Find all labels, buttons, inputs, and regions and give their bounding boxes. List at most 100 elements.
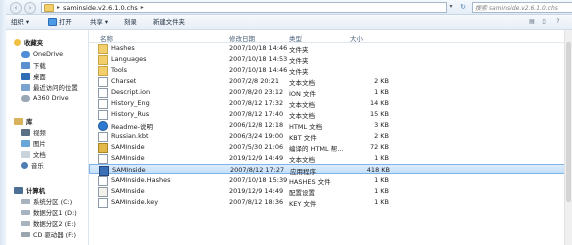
scrollbar-thumb[interactable] bbox=[566, 42, 571, 202]
file-row[interactable]: SAMInside 2019/12/9 14:49 文本文档 1 KB bbox=[89, 153, 572, 164]
generic-file-icon bbox=[98, 132, 108, 142]
file-size: 3 KB bbox=[374, 121, 389, 129]
file-type: KEY 文件 bbox=[289, 200, 317, 208]
sidebar-item-computer[interactable]: 计算机 bbox=[14, 185, 96, 195]
file-row[interactable]: SAMInside 2007/5/30 21:06 编译的 HTML 帮... … bbox=[89, 142, 572, 153]
file-type: 编译的 HTML 帮... bbox=[289, 145, 344, 153]
forward-button[interactable]: › bbox=[24, 2, 36, 14]
search-input[interactable]: 搜索 saminside.v2.6.1.0.chs bbox=[472, 2, 572, 13]
picture-icon bbox=[21, 139, 30, 147]
sidebar-item-libraries[interactable]: 库 bbox=[14, 116, 96, 126]
sidebar-item-drive-e[interactable]: 数据分区2 (E:) bbox=[21, 218, 103, 228]
address-history-dropdown-icon[interactable]: ▾ bbox=[447, 3, 455, 11]
file-row[interactable]: SAMInside 2019/12/9 14:49 配置设置 1 KB bbox=[89, 186, 572, 197]
file-row[interactable]: Hashes 2007/10/18 14:46 文件夹 bbox=[89, 43, 572, 54]
preview-pane-icon[interactable]: ▯ bbox=[539, 17, 549, 26]
share-button[interactable]: 共享 ▾ bbox=[90, 18, 108, 26]
download-folder-icon bbox=[21, 61, 30, 69]
folder-icon bbox=[44, 3, 54, 12]
file-date: 2007/8/12 17:40 bbox=[229, 110, 284, 118]
file-size: 2 KB bbox=[374, 77, 389, 85]
file-row[interactable]: Tools 2007/10/18 14:46 文件夹 bbox=[89, 65, 572, 76]
open-button[interactable]: 打开 bbox=[48, 18, 72, 26]
file-date: 2007/8/12 18:36 bbox=[229, 198, 284, 206]
cloud-drive-icon bbox=[21, 94, 30, 102]
navigation-pane: 收藏夹 OneDrive 下载 桌面 最近访问的位置 A360 Drive 库 … bbox=[6, 30, 89, 245]
file-row[interactable]: Readme-说明 2006/12/8 12:18 HTML 文档 3 KB bbox=[89, 120, 572, 131]
folder-icon bbox=[98, 44, 108, 54]
generic-file-icon bbox=[98, 176, 108, 186]
file-size: 1 KB bbox=[374, 176, 389, 184]
file-name: SAMInside bbox=[111, 154, 145, 162]
drive-icon bbox=[21, 220, 30, 226]
file-name: History_Eng bbox=[111, 99, 150, 107]
sidebar-item-label: CD 驱动器 (F:) bbox=[33, 230, 76, 239]
breadcrumb-current-folder[interactable]: saminside.v2.6.1.0.chs bbox=[63, 4, 138, 12]
sidebar-item-label: 视频 bbox=[33, 128, 46, 137]
column-header-name[interactable]: 名称 bbox=[100, 33, 113, 43]
column-header-type[interactable]: 类型 bbox=[289, 33, 302, 43]
file-name: SAMInside.Hashes bbox=[111, 176, 171, 184]
text-file-icon bbox=[98, 99, 108, 109]
file-size: 1 KB bbox=[374, 187, 389, 195]
file-name: Charset bbox=[111, 77, 137, 85]
file-row[interactable]: Languages 2007/10/18 14:53 文件夹 bbox=[89, 54, 572, 65]
back-button[interactable]: ‹ bbox=[10, 2, 22, 14]
file-name: Descript.ion bbox=[111, 88, 151, 96]
vertical-scrollbar[interactable] bbox=[564, 30, 572, 245]
file-row[interactable]: Charset 2007/2/8 20:21 文本文档 2 KB bbox=[89, 76, 572, 87]
html-file-icon bbox=[98, 121, 108, 131]
sidebar-item-label: A360 Drive bbox=[33, 94, 69, 102]
file-row[interactable]: Descript.ion 2007/8/20 23:12 ION 文件 1 KB bbox=[89, 87, 572, 98]
sidebar-item-label: 计算机 bbox=[26, 186, 46, 195]
sidebar-item-label: 库 bbox=[26, 117, 33, 126]
file-type: KBT 文件 bbox=[289, 134, 317, 142]
music-icon bbox=[21, 161, 28, 169]
chm-file-icon bbox=[98, 143, 108, 153]
file-date: 2019/12/9 14:49 bbox=[229, 154, 284, 162]
file-row[interactable]: SAMInside.key 2007/8/12 18:36 KEY 文件 1 K… bbox=[89, 197, 572, 208]
column-header-date[interactable]: 修改日期 bbox=[229, 33, 255, 43]
column-header-size[interactable]: 大小 bbox=[350, 33, 363, 43]
file-row-selected[interactable]: SAMInside 2007/8/12 17:27 应用程序 418 KB bbox=[89, 164, 572, 176]
file-row[interactable]: History_Eng 2007/8/12 17:32 文本文档 14 KB bbox=[89, 98, 572, 109]
file-row[interactable]: SAMInside.Hashes 2007/10/18 15:39 HASHES… bbox=[89, 175, 572, 186]
file-date: 2007/10/18 15:39 bbox=[229, 176, 288, 184]
file-type: 文件夹 bbox=[289, 46, 309, 54]
file-date: 2007/10/18 14:53 bbox=[229, 55, 288, 63]
help-icon[interactable]: ? bbox=[553, 17, 563, 26]
folder-icon bbox=[98, 55, 108, 65]
file-type: 文件夹 bbox=[289, 57, 309, 65]
refresh-icon[interactable]: ↻ bbox=[458, 3, 468, 11]
file-row[interactable]: History_Rus 2007/8/12 17:40 文本文档 15 KB bbox=[89, 109, 572, 120]
organize-button[interactable]: 组织 ▾ bbox=[11, 18, 29, 26]
file-date: 2007/8/12 17:32 bbox=[229, 99, 284, 107]
sidebar-item-label: 下载 bbox=[33, 61, 46, 70]
file-date: 2006/12/8 12:18 bbox=[229, 121, 284, 129]
new-folder-button[interactable]: 新建文件夹 bbox=[153, 18, 185, 26]
file-date: 2007/8/20 23:12 bbox=[229, 88, 284, 96]
file-name: Russian.kbt bbox=[111, 132, 149, 140]
file-name: SAMInside bbox=[112, 166, 146, 174]
file-name: History_Rus bbox=[111, 110, 150, 118]
sidebar-item-label: 系统分区 (C:) bbox=[33, 197, 73, 206]
file-type: HTML 文档 bbox=[289, 123, 323, 131]
sidebar-item-favorites[interactable]: 收藏夹 bbox=[14, 37, 96, 47]
address-bar-area: ‹ › ▸ saminside.v2.6.1.0.chs ▸ ▾ ↻ 搜索 sa… bbox=[6, 0, 572, 15]
file-date: 2019/12/9 14:49 bbox=[229, 187, 284, 195]
file-type: 配置设置 bbox=[289, 189, 315, 197]
burn-button[interactable]: 刻录 bbox=[124, 18, 137, 26]
file-type: 文本文档 bbox=[289, 79, 315, 87]
sidebar-item-label: 图片 bbox=[33, 139, 46, 148]
file-name: SAMInside bbox=[111, 143, 145, 151]
sidebar-item-drive-f[interactable]: CD 驱动器 (F:) bbox=[21, 229, 103, 239]
view-options-icon[interactable]: ▤ bbox=[527, 17, 537, 26]
search-placeholder: 搜索 saminside.v2.6.1.0.chs bbox=[475, 5, 558, 12]
file-date: 2007/10/18 14:46 bbox=[229, 66, 288, 74]
open-icon bbox=[48, 18, 57, 26]
file-row[interactable]: Russian.kbt 2006/3/24 19:00 KBT 文件 2 KB bbox=[89, 131, 572, 142]
file-name: Hashes bbox=[111, 44, 135, 52]
address-input[interactable]: ▸ saminside.v2.6.1.0.chs ▸ bbox=[41, 2, 447, 13]
sidebar-item-label: 桌面 bbox=[33, 72, 46, 81]
sidebar-item-drive-d[interactable]: 数据分区1 (D:) bbox=[21, 207, 103, 217]
